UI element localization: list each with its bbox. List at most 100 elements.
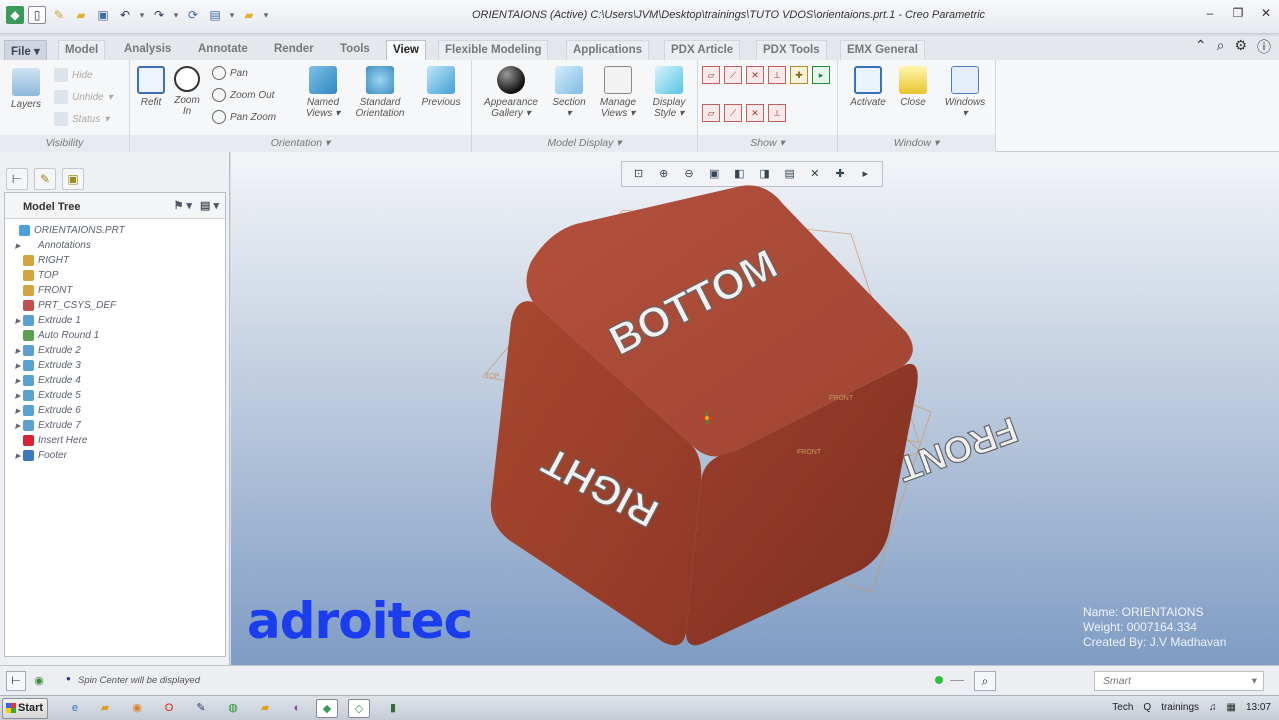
tab-tools[interactable]: Tools: [334, 40, 376, 60]
hide-button[interactable]: Hide: [54, 68, 93, 82]
section-button[interactable]: Section ▾: [546, 66, 592, 119]
redo-dropdown-icon[interactable]: ▾: [172, 10, 180, 21]
close-icon[interactable]: ✕: [1259, 6, 1273, 20]
tab-analysis[interactable]: Analysis: [118, 40, 177, 60]
display-style-button[interactable]: Display Style ▾: [644, 66, 694, 119]
app-icon-2[interactable]: ◐: [286, 699, 308, 718]
tree-item[interactable]: ▶ Annotations: [13, 238, 91, 253]
appearance-gallery-button[interactable]: Appearance Gallery ▾: [476, 66, 546, 119]
undo-dropdown-icon[interactable]: ▾: [138, 10, 146, 21]
folder-browser-tab-icon[interactable]: ✎: [34, 168, 56, 190]
search-icon[interactable]: ⌕: [1217, 37, 1225, 57]
tree-item[interactable]: Auto Round 1: [13, 328, 99, 343]
regenerate-icon[interactable]: ⟳: [184, 6, 202, 24]
orientation-cube[interactable]: [490, 185, 918, 646]
tree-item[interactable]: TOP: [13, 268, 58, 283]
minimize-icon[interactable]: –: [1203, 6, 1217, 20]
ie-icon[interactable]: e: [64, 699, 86, 718]
axis-tag-icon[interactable]: ⟋: [724, 104, 742, 122]
favorites-tab-icon[interactable]: ▣: [62, 168, 84, 190]
toggle-navigator-icon[interactable]: ⊢: [6, 671, 26, 691]
creo-logo-icon[interactable]: ◆: [6, 6, 24, 24]
tab-annotate[interactable]: Annotate: [192, 40, 254, 60]
tab-applications[interactable]: Applications: [566, 40, 650, 60]
pan-button[interactable]: Pan: [212, 66, 248, 80]
chrome-icon[interactable]: ◍: [222, 699, 244, 718]
named-views-button[interactable]: Named Views ▾: [300, 66, 346, 119]
tree-item[interactable]: ▶ Footer: [13, 448, 67, 463]
layers-button[interactable]: Layers: [6, 68, 46, 110]
tray-item[interactable]: Q: [1143, 702, 1151, 713]
new-file-icon[interactable]: ▯: [28, 6, 46, 24]
model-tree-tab-icon[interactable]: ⊢: [6, 168, 28, 190]
tree-item[interactable]: FRONT: [13, 283, 72, 298]
explorer-icon[interactable]: ▰: [94, 699, 116, 718]
zoom-out-button[interactable]: Zoom Out: [212, 88, 274, 102]
app-icon-3[interactable]: ▮: [382, 699, 404, 718]
tree-filter-icon[interactable]: ⚑ ▾: [174, 199, 192, 212]
expand-arrow-icon[interactable]: ▶: [13, 422, 23, 430]
tree-item[interactable]: RIGHT: [13, 253, 69, 268]
open-file-icon[interactable]: ✎: [50, 6, 68, 24]
app-icon[interactable]: ✎: [190, 699, 212, 718]
zoom-in-button[interactable]: Zoom In: [170, 66, 204, 117]
status-button[interactable]: Status ▾: [54, 112, 109, 126]
opera-icon[interactable]: O: [158, 699, 180, 718]
help-icon[interactable]: ⓘ: [1257, 37, 1271, 57]
open-folder-icon[interactable]: ▰: [72, 6, 90, 24]
annotation-display-icon[interactable]: ▸: [812, 66, 830, 84]
redo-icon[interactable]: ↷: [150, 6, 168, 24]
tab-emx-general[interactable]: EMX General: [840, 40, 925, 60]
close-window-button[interactable]: Close: [894, 66, 932, 108]
toggle-browser-icon[interactable]: ◉: [30, 672, 48, 690]
network-icon[interactable]: ▦: [1227, 702, 1236, 713]
expand-arrow-icon[interactable]: ▶: [13, 362, 23, 370]
tray-item[interactable]: trainings: [1161, 702, 1199, 713]
folder-icon[interactable]: ▰: [254, 699, 276, 718]
expand-arrow-icon[interactable]: ▶: [13, 347, 23, 355]
expand-arrow-icon[interactable]: ▶: [13, 377, 23, 385]
tree-item[interactable]: ▶ Extrude 7: [13, 418, 81, 433]
expand-arrow-icon[interactable]: ▶: [13, 407, 23, 415]
customize-qat-icon[interactable]: ▾: [262, 10, 270, 21]
activate-button[interactable]: Activate: [842, 66, 894, 108]
point-display-icon[interactable]: ✕: [746, 66, 764, 84]
spin-center-icon[interactable]: ✚: [790, 66, 808, 84]
tree-item[interactable]: ORIENTAIONS.PRT: [9, 223, 125, 238]
volume-icon[interactable]: ♫: [1209, 702, 1217, 713]
tab-flexible-modeling[interactable]: Flexible Modeling: [438, 40, 549, 60]
graphics-area[interactable]: ⊡ ⊕ ⊖ ▣ ◧ ◨ ▤ ✕ ✚ ▸ TOP FRONT FRONT BOTT…: [231, 152, 1279, 665]
tab-file[interactable]: File ▾: [4, 40, 47, 60]
tab-model[interactable]: Model: [58, 40, 106, 60]
media-icon[interactable]: ◉: [126, 699, 148, 718]
tab-render[interactable]: Render: [268, 40, 320, 60]
manage-views-button[interactable]: Manage Views ▾: [594, 66, 642, 119]
collapse-ribbon-icon[interactable]: ⌃: [1195, 37, 1207, 57]
unhide-button[interactable]: Unhide ▾: [54, 90, 113, 104]
start-button[interactable]: Start: [2, 698, 48, 719]
tree-item[interactable]: ▶ Extrude 5: [13, 388, 81, 403]
expand-arrow-icon[interactable]: ▶: [13, 242, 23, 250]
tree-item[interactable]: ▶ Extrude 3: [13, 358, 81, 373]
axis-display-icon[interactable]: ⟋: [724, 66, 742, 84]
point-tag-icon[interactable]: ✕: [746, 104, 764, 122]
find-icon[interactable]: ⌕: [974, 671, 996, 691]
tree-item[interactable]: Insert Here: [13, 433, 87, 448]
settings-icon[interactable]: ⚙: [1234, 37, 1247, 57]
creo-taskbar-icon-2[interactable]: ◇: [348, 699, 370, 718]
tree-item[interactable]: ▶ Extrude 2: [13, 343, 81, 358]
close-window-icon[interactable]: ▰: [240, 6, 258, 24]
standard-orientation-button[interactable]: Standard Orientation: [350, 66, 410, 119]
save-icon[interactable]: ▣: [94, 6, 112, 24]
expand-arrow-icon[interactable]: ▶: [13, 317, 23, 325]
tree-item[interactable]: ▶ Extrude 6: [13, 403, 81, 418]
tree-item[interactable]: PRT_CSYS_DEF: [13, 298, 116, 313]
creo-taskbar-icon[interactable]: ◆: [316, 699, 338, 718]
expand-arrow-icon[interactable]: ▶: [13, 392, 23, 400]
tab-view[interactable]: View: [386, 40, 426, 60]
refit-button[interactable]: Refit: [134, 66, 168, 108]
tree-item[interactable]: ▶ Extrude 1: [13, 313, 81, 328]
plane-display-icon[interactable]: ▱: [702, 66, 720, 84]
windows-button[interactable]: Windows ▾: [940, 66, 990, 119]
pan-zoom-button[interactable]: Pan Zoom: [212, 110, 276, 124]
